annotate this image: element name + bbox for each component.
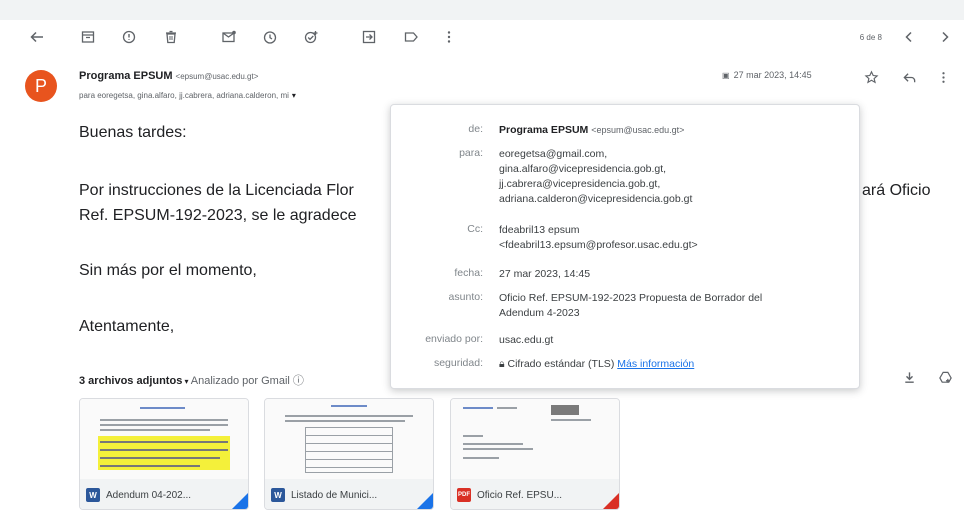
sender-email: <epsum@usac.edu.gt>	[175, 72, 259, 81]
attachment-thumbnail	[265, 399, 433, 479]
attachment-name: Listado de Munici...	[291, 489, 378, 501]
file-type-corner	[232, 493, 248, 509]
body-greeting: Buenas tardes:	[79, 124, 187, 141]
body-line2-start: Ref. EPSUM-192-2023, se le agradece	[79, 207, 357, 224]
pdf-file-icon: PDF	[457, 488, 471, 502]
to-address: adriana.calderon@vicepresidencia.gob.gt	[499, 193, 693, 205]
older-chevron-icon[interactable]	[934, 26, 956, 48]
message-details-popup: de: Programa EPSUM <epsum@usac.edu.gt> p…	[390, 104, 860, 389]
label-icon[interactable]	[400, 26, 422, 48]
body-line1-end: ará Oficio	[862, 182, 931, 199]
move-to-icon[interactable]	[358, 26, 380, 48]
download-all-icon[interactable]	[898, 366, 920, 388]
add-to-drive-icon[interactable]	[934, 366, 956, 388]
message-date-text: 27 mar 2023, 14:45	[733, 70, 812, 80]
more-vert-icon[interactable]	[438, 26, 460, 48]
attachments-count: 3 archivos adjuntos	[79, 375, 183, 387]
attachment-footer: W Adendum 04-202...	[80, 479, 248, 509]
subject-line: Adendum 4-2023	[499, 307, 580, 319]
sender-name[interactable]: Programa EPSUM	[79, 70, 173, 82]
attachment-name: Adendum 04-202...	[106, 489, 192, 501]
attachments-header: 3 archivos adjuntos ▾ Analizado por Gmai…	[79, 372, 304, 388]
back-arrow-icon[interactable]	[26, 26, 48, 48]
cc-value: fdeabril13 epsum <fdeabril13.epsum@profe…	[499, 223, 698, 253]
attachment-card[interactable]: W Listado de Munici...	[264, 398, 434, 510]
from-value: Programa EPSUM <epsum@usac.edu.gt>	[499, 123, 684, 138]
message-more-icon[interactable]	[932, 66, 954, 88]
pagination-count: 6 de 8	[859, 33, 882, 42]
body-closing1: Sin más por el momento,	[79, 262, 257, 279]
subject-line: Oficio Ref. EPSUM-192-2023 Propuesta de …	[499, 292, 763, 304]
attachments-dropdown-icon[interactable]: ▾	[182, 377, 190, 386]
sender-line: Programa EPSUM <epsum@usac.edu.gt>	[79, 70, 258, 82]
message-toolbar: 6 de 8	[0, 20, 964, 54]
scan-status: Analizado por Gmail	[190, 375, 290, 387]
to-value: eoregetsa@gmail.com, gina.alfaro@vicepre…	[499, 147, 692, 207]
lock-icon: 🔒︎	[499, 358, 505, 370]
date-value: 27 mar 2023, 14:45	[499, 268, 591, 280]
security-value: 🔒︎ Cifrado estándar (TLS) Más informació…	[499, 357, 694, 372]
date-label: fecha:	[454, 267, 483, 279]
security-label: seguridad:	[433, 357, 483, 369]
word-file-icon: W	[86, 488, 100, 502]
cc-name: fdeabril13 epsum	[499, 224, 580, 236]
word-file-icon: W	[271, 488, 285, 502]
attachment-footer: PDF Oficio Ref. EPSU...	[451, 479, 619, 509]
security-text: Cifrado estándar (TLS)	[507, 358, 615, 370]
report-spam-icon[interactable]	[118, 26, 140, 48]
cc-email: <fdeabril13.epsum@profesor.usac.edu.gt>	[499, 239, 698, 251]
to-label: para:	[459, 147, 483, 159]
newer-chevron-icon[interactable]	[898, 26, 920, 48]
star-icon[interactable]	[860, 66, 882, 88]
reply-icon[interactable]	[898, 66, 920, 88]
attachment-card[interactable]: W Adendum 04-202...	[79, 398, 249, 510]
subject-label: asunto:	[448, 291, 483, 303]
recipients-text: para eoregetsa, gina.alfaro, jj.cabrera,…	[79, 91, 289, 100]
archive-icon[interactable]	[77, 26, 99, 48]
delete-icon[interactable]	[160, 26, 182, 48]
snooze-icon[interactable]	[259, 26, 281, 48]
attachment-footer: W Listado de Munici...	[265, 479, 433, 509]
cc-label: Cc:	[467, 223, 483, 235]
mailed-by-value: usac.edu.gt	[499, 334, 554, 346]
attachment-thumbnail	[80, 399, 248, 479]
attachment-thumbnail	[451, 399, 619, 479]
info-icon[interactable]: ⓘ	[293, 375, 304, 387]
mailed-by-label: enviado por:	[425, 333, 483, 345]
body-line1-start: Por instrucciones de la Licenciada Flor	[79, 182, 354, 199]
mark-unread-icon[interactable]	[218, 26, 240, 48]
from-email: <epsum@usac.edu.gt>	[591, 125, 685, 135]
message-date: ▣ 27 mar 2023, 14:45	[722, 70, 812, 80]
to-address: gina.alfaro@vicepresidencia.gob.gt,	[499, 163, 667, 175]
sender-avatar[interactable]: P	[25, 70, 57, 102]
from-label: de:	[468, 123, 483, 135]
body-closing2: Atentamente,	[79, 318, 175, 335]
more-info-link[interactable]: Más información	[617, 358, 694, 370]
to-address: jj.cabrera@vicepresidencia.gob.gt,	[499, 178, 661, 190]
file-type-corner	[417, 493, 433, 509]
attachment-card[interactable]: PDF Oficio Ref. EPSU...	[450, 398, 620, 510]
show-details-chevron-icon[interactable]: ▾	[292, 91, 296, 100]
from-name: Programa EPSUM	[499, 124, 589, 136]
avatar-letter: P	[34, 75, 47, 96]
recipients-summary: para eoregetsa, gina.alfaro, jj.cabrera,…	[79, 91, 296, 100]
attachment-name: Oficio Ref. EPSU...	[477, 489, 563, 501]
to-address: eoregetsa@gmail.com,	[499, 148, 608, 160]
attachment-indicator-icon: ▣	[722, 71, 730, 80]
file-type-corner	[603, 493, 619, 509]
add-task-icon[interactable]	[300, 26, 322, 48]
subject-value: Oficio Ref. EPSUM-192-2023 Propuesta de …	[499, 291, 762, 321]
browser-top-strip	[0, 0, 964, 20]
